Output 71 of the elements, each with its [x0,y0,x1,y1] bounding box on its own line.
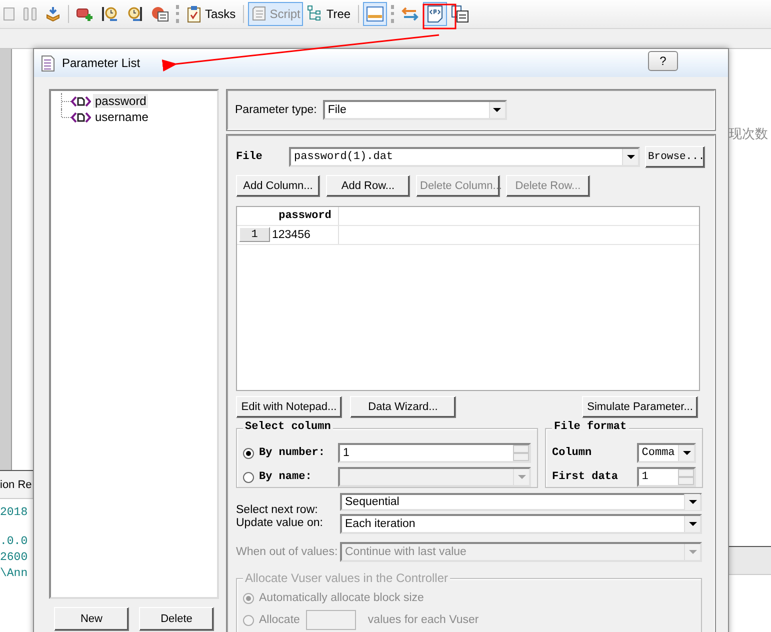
spin-field[interactable]: 1 [338,443,531,463]
browse-button[interactable]: Browse... [645,146,705,168]
option-label: Automatically allocate block size [259,592,424,604]
option-label: Allocate [259,614,300,626]
download-icon [45,6,61,22]
field-label: When out of values: [236,546,339,558]
list-button[interactable]: New [54,607,129,631]
parameter-icon [71,112,91,122]
clock-icon [101,6,119,22]
clipboard-icon [186,5,202,23]
field-label: values for each Vuser [368,614,479,626]
action-button[interactable]: Data Wizard... [350,396,456,418]
caret-icon[interactable] [622,149,638,165]
table-cell: 123456 [270,226,339,244]
tree-item[interactable]: username [93,110,150,124]
dropdown[interactable]: Comma [636,443,696,463]
action-button[interactable]: Edit with Notepad... [236,396,342,418]
radio-button[interactable] [243,448,254,458]
output-line: 2600 [0,550,29,566]
group-title: Select column [243,421,333,433]
output-line: \Ann [0,566,29,582]
caret-icon[interactable] [684,494,700,510]
column-header[interactable]: password [270,207,339,225]
highlight-frame [422,4,456,30]
option-label: By number: [259,447,326,459]
list-button[interactable]: Delete [139,607,214,631]
dropdown[interactable]: File [322,100,507,120]
dropdown[interactable]: Sequential [340,493,702,511]
clock-icon [126,6,144,22]
window-title: Parameter List [62,56,142,70]
row-header[interactable]: 1 [239,227,270,242]
toolbar-grip[interactable] [390,5,394,23]
panel-icon [366,6,384,22]
parameter-icon [71,96,91,106]
editor-text: 现次数 [729,126,769,143]
tree-item[interactable]: password [93,94,148,108]
dropdown[interactable]: Each iteration [340,514,702,534]
option-label: By name: [259,471,313,483]
panel-tab[interactable]: ion Re [0,471,32,498]
tag-document-icon [426,5,444,23]
block-plus-icon [76,6,94,22]
window-icon [3,6,15,22]
pause-icon [22,6,38,22]
toolbar-grip[interactable] [176,5,179,23]
record-list-icon [151,6,169,22]
group-title: File format [552,421,629,433]
caret-icon[interactable] [678,445,694,461]
caret-icon[interactable] [488,102,505,118]
field-label: Select next row: [236,504,319,517]
action-button[interactable]: Simulate Parameter... [582,396,698,418]
field-label: Update value on: [236,517,324,530]
field-label: Column [552,447,593,459]
swap-arrows-icon [400,6,419,22]
table-button[interactable]: Add Row... [326,175,410,197]
field-label: First data [552,471,620,483]
toolbar-button[interactable]: Tasks [183,2,239,26]
document-icon [41,54,55,72]
field-label: File [236,151,264,163]
caret-icon[interactable] [684,516,700,532]
spin-field[interactable]: 1 [636,467,696,487]
table-button[interactable]: Add Column... [236,175,320,197]
scroll-icon [250,5,267,23]
field-label: Parameter type: [235,104,317,116]
documents-icon [450,5,469,23]
tree-icon [307,5,324,23]
toolbar-button[interactable]: Tree [304,2,354,26]
output-line: .0.0 [0,534,29,550]
group-title: Allocate Vuser values in the Controller [243,571,450,585]
output-line: 2018 [0,505,29,521]
dropdown[interactable]: password(1).dat [289,147,640,167]
help-button[interactable]: ? [648,51,678,71]
